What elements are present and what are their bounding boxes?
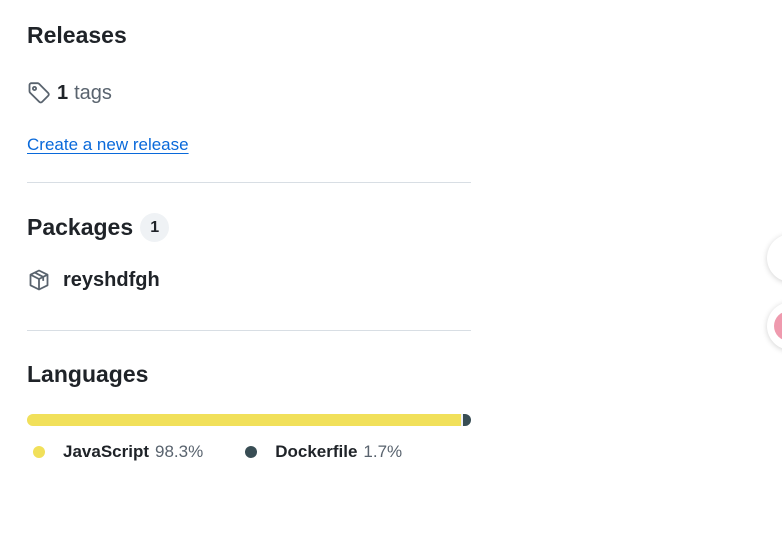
language-percent: 98.3% — [155, 442, 204, 461]
create-release-link[interactable]: Create a new release — [27, 135, 189, 155]
tags-label: tags — [74, 81, 112, 104]
package-name: reyshdfgh — [63, 268, 160, 291]
tag-icon — [27, 81, 51, 105]
packages-section: Packages 1 reyshdfgh — [27, 213, 471, 291]
language-bar-segment[interactable] — [27, 414, 462, 426]
packages-count-badge: 1 — [140, 213, 170, 242]
tags-link[interactable]: 1 tags — [27, 81, 112, 105]
releases-section: Releases 1 tags Create a new release — [27, 24, 471, 155]
floating-action-button[interactable] — [767, 234, 782, 282]
section-divider — [27, 182, 471, 183]
language-percent: 1.7% — [363, 442, 403, 461]
language-list: JavaScript 98.3% Dockerfile 1.7% — [27, 442, 402, 462]
language-bar — [27, 414, 471, 426]
language-item[interactable]: Dockerfile 1.7% — [239, 442, 402, 462]
languages-section: Languages JavaScript 98.3% Dockerfile 1.7% — [27, 361, 471, 461]
package-item[interactable]: reyshdfgh — [27, 268, 160, 292]
package-icon — [27, 268, 51, 292]
packages-heading[interactable]: Packages — [27, 216, 133, 239]
language-color-dot — [245, 446, 258, 458]
language-color-dot — [33, 446, 45, 458]
repo-sidebar: Releases 1 tags Create a new release Pac… — [0, 0, 782, 545]
language-name: JavaScript — [63, 442, 149, 461]
section-divider — [27, 330, 471, 331]
language-bar-segment[interactable] — [463, 414, 471, 426]
floating-avatar-button[interactable] — [767, 302, 782, 350]
tags-count: 1 — [57, 81, 69, 104]
language-item[interactable]: JavaScript 98.3% — [27, 442, 203, 462]
languages-heading: Languages — [27, 361, 149, 387]
releases-heading[interactable]: Releases — [27, 24, 471, 47]
avatar — [774, 311, 782, 341]
language-name: Dockerfile — [275, 442, 358, 461]
